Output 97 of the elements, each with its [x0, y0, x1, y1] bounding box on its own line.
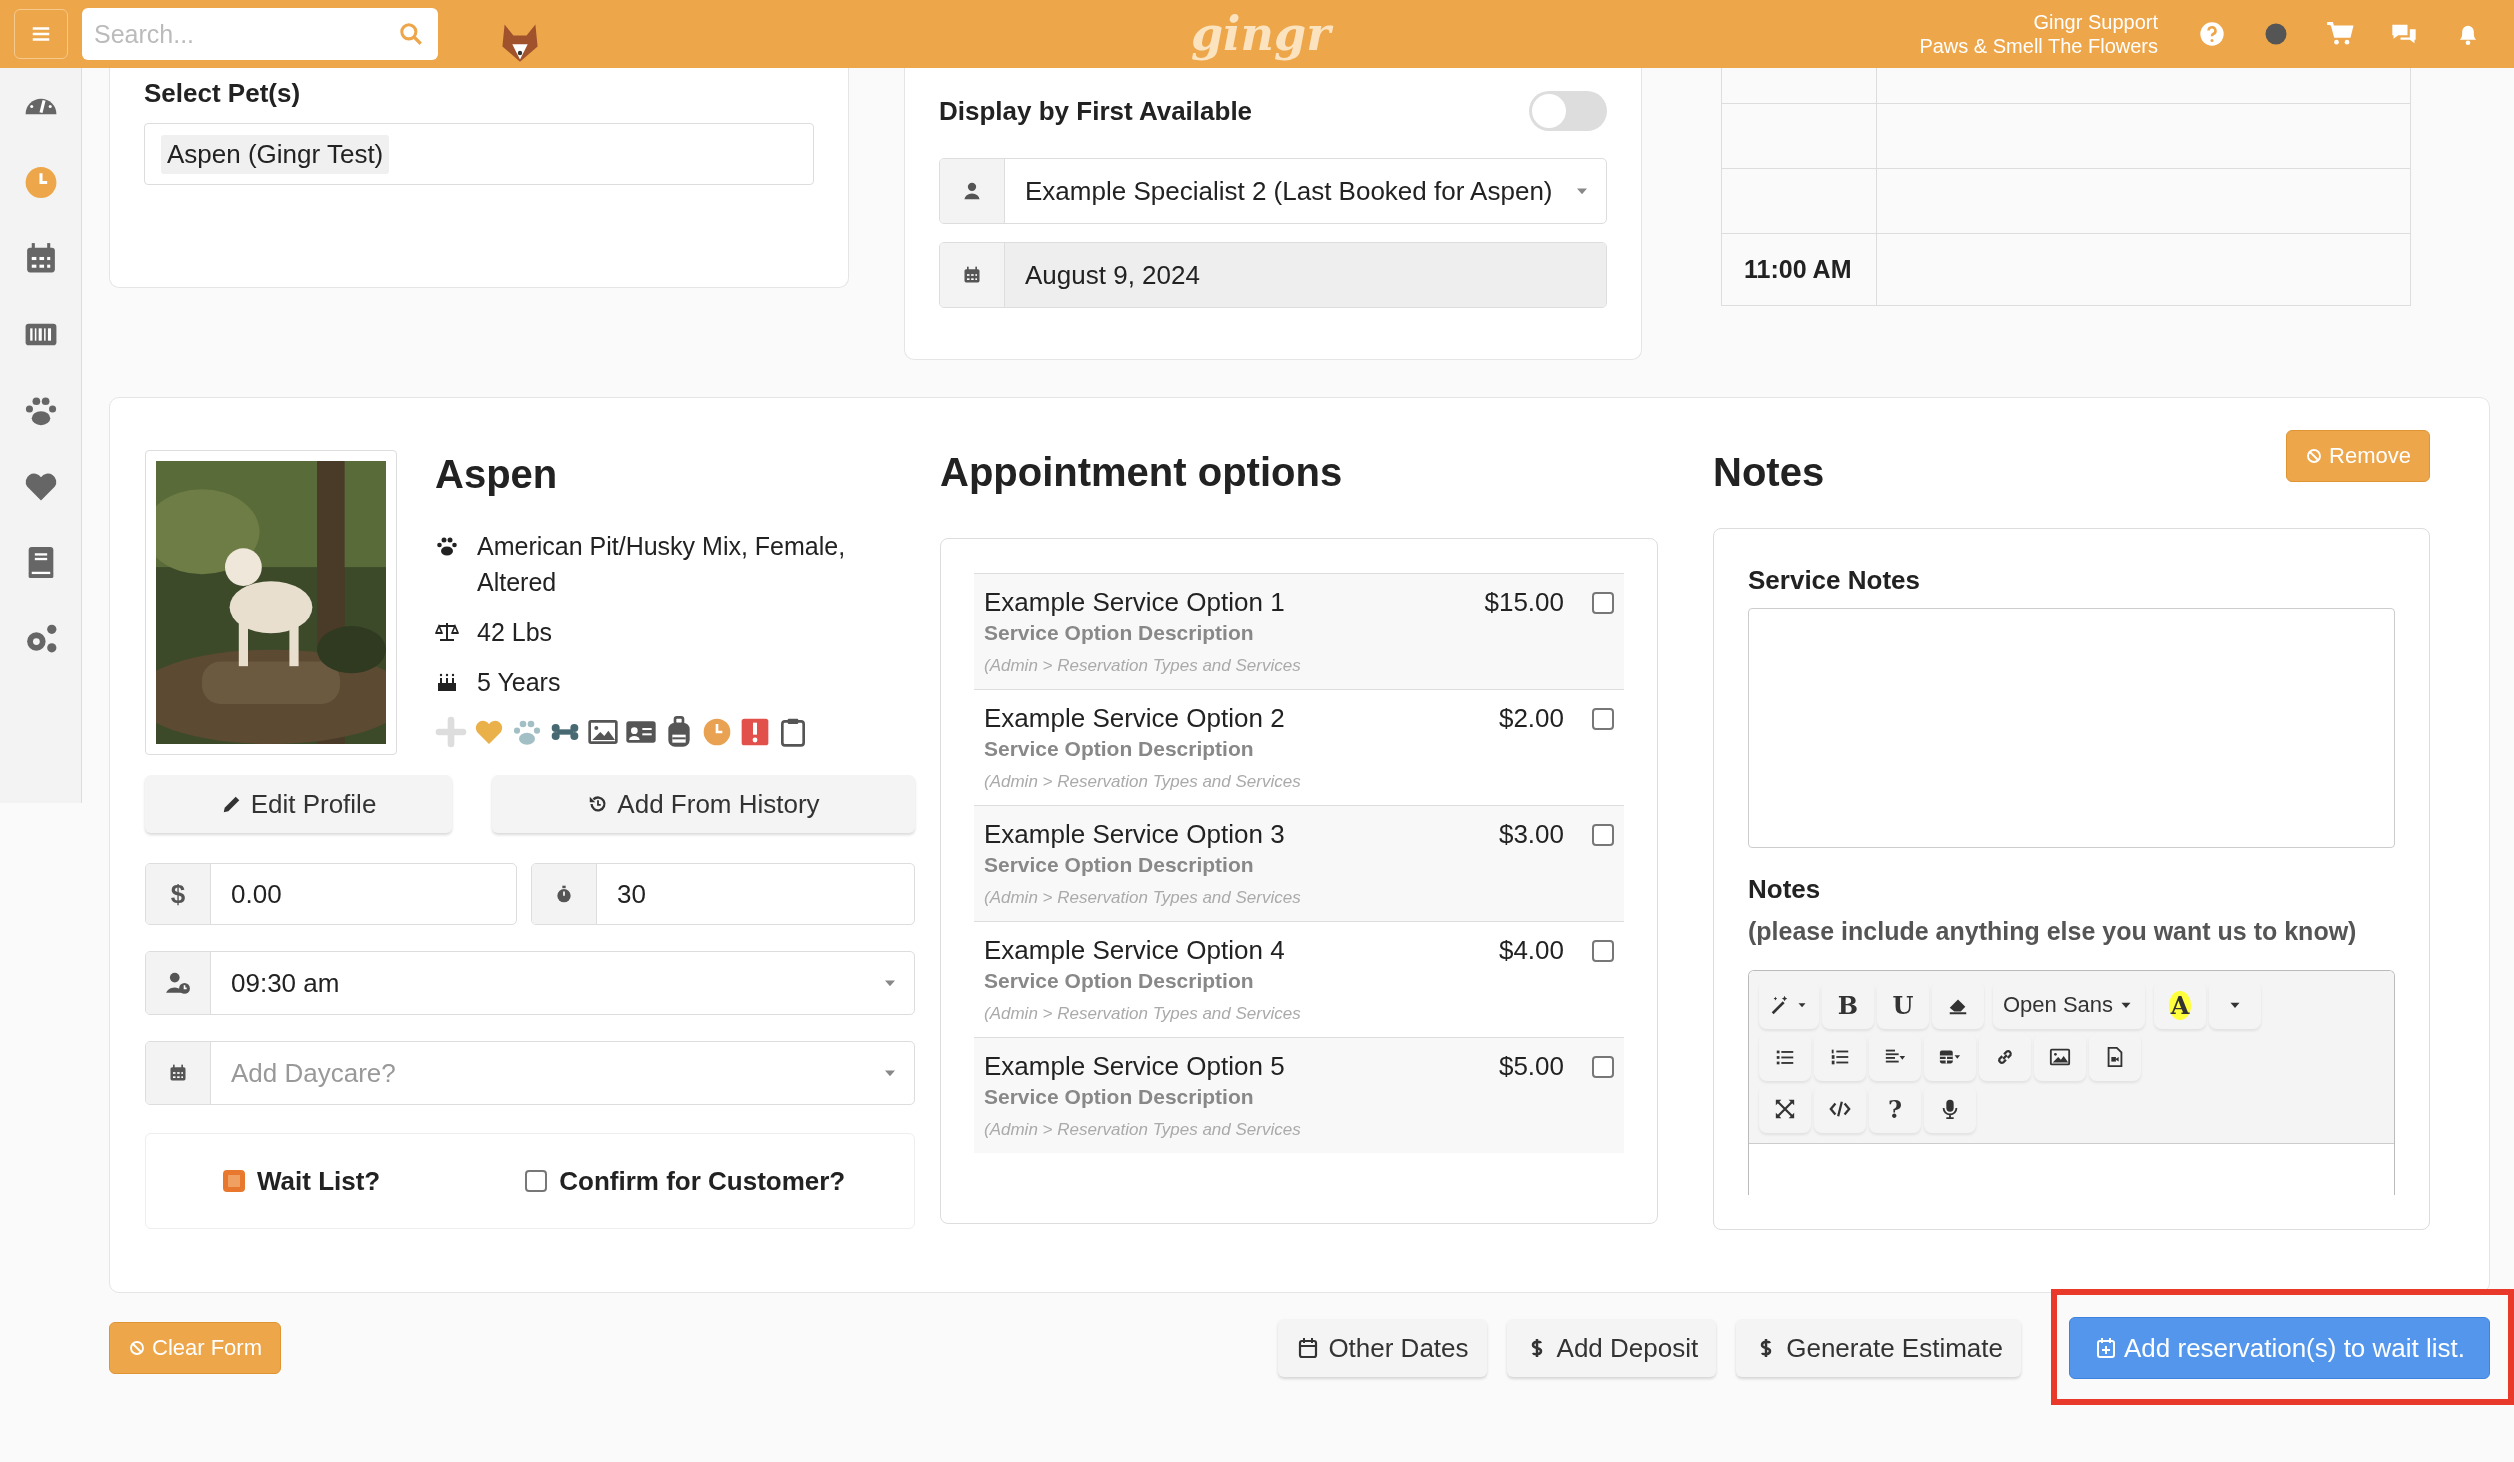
ban-icon [128, 1339, 146, 1357]
service-option-name: Example Service Option 2 [984, 702, 1286, 734]
stopwatch-icon [554, 884, 574, 904]
search-field[interactable]: Search... [82, 8, 438, 60]
text-color-button[interactable]: A [2154, 981, 2207, 1029]
pet-age: 5 Years [477, 667, 562, 698]
toolbar-button[interactable]: U [1877, 981, 1929, 1029]
mic-button[interactable] [1924, 1085, 1976, 1133]
field-label: Notes [1748, 874, 1822, 905]
service-option-name: Example Service Option 3 [984, 818, 1286, 850]
pet-select-field[interactable]: Aspen (Gingr Test) [144, 123, 814, 185]
field-label: Service Notes [1748, 565, 1921, 596]
align-button[interactable] [1869, 1033, 1921, 1081]
calendar-icon [168, 1063, 188, 1083]
price-field[interactable]: $ 0.00 [145, 863, 517, 925]
checkbox-label: Confirm for Customer? [559, 1165, 846, 1197]
user-clock-icon [165, 970, 191, 996]
service-option-name: Example Service Option 5 [984, 1050, 1286, 1082]
logo: gingr [602, 7, 1920, 61]
service-option-note: (Admin > Reservation Types and Services [984, 1004, 1302, 1024]
service-option-description: Service Option Description [984, 968, 1255, 994]
service-option-price: $5.00 [1498, 1050, 1564, 1082]
toggle-label: Display by First Available [939, 95, 1253, 127]
table-button[interactable] [1924, 1033, 1976, 1081]
checkbox[interactable] [1592, 940, 1614, 962]
expand-button[interactable] [1759, 1085, 1811, 1133]
service-option-name: Example Service Option 4 [984, 934, 1286, 966]
add-from-history-button[interactable]: Add From History [492, 775, 915, 833]
ban-icon [2305, 447, 2324, 465]
scale-icon [435, 620, 459, 644]
service-option-description: Service Option Description [984, 1084, 1255, 1110]
service-option-price: $4.00 [1498, 934, 1564, 966]
section-title: Appointment options [940, 449, 1344, 496]
link-button[interactable] [1979, 1033, 2031, 1081]
bullets-button[interactable] [1759, 1033, 1811, 1081]
numbers-button[interactable] [1814, 1033, 1866, 1081]
search-icon [398, 21, 424, 47]
service-option-note: (Admin > Reservation Types and Services [984, 888, 1302, 908]
service-option-note: (Admin > Reservation Types and Services [984, 1120, 1302, 1140]
location-name: Paws & Smell The Flowers [1919, 34, 2158, 58]
duration-value: 30 [616, 878, 647, 910]
footer-button[interactable]: Generate Estimate [1736, 1319, 2021, 1377]
calendar-plus-icon [2094, 1336, 2118, 1360]
expand-icon [1774, 1098, 1796, 1120]
user-name: Gingr Support [2032, 10, 2158, 34]
pet-weight: 42 Lbs [477, 617, 554, 648]
service-option-description: Service Option Description [984, 852, 1255, 878]
plus-icon [435, 716, 467, 748]
service-option-description: Service Option Description [984, 736, 1255, 762]
checkbox[interactable] [223, 1170, 245, 1192]
eraser-button[interactable] [1932, 981, 1984, 1029]
checkbox[interactable] [1592, 824, 1614, 846]
checkbox[interactable] [1592, 1056, 1614, 1078]
checkbox-label: Wait List? [257, 1165, 381, 1197]
image-button[interactable] [2034, 1033, 2086, 1081]
service-option-description: Service Option Description [984, 620, 1255, 646]
service-option-price: $15.00 [1484, 586, 1564, 618]
checkbox[interactable] [1592, 708, 1614, 730]
pet-chip[interactable]: Aspen (Gingr Test) [161, 134, 390, 174]
time-select[interactable]: 09:30 am [145, 951, 915, 1015]
time-label: 11:00 AM [1744, 255, 1852, 284]
footer-button[interactable]: Add Deposit [1506, 1319, 1717, 1377]
daycare-placeholder: Add Daycare? [230, 1057, 397, 1089]
calendar-icon [962, 265, 982, 285]
pet-name: Aspen [435, 451, 559, 498]
service-option-price: $2.00 [1498, 702, 1564, 734]
video-button[interactable] [2089, 1033, 2141, 1081]
service-notes-field[interactable] [1748, 608, 2395, 848]
pet-breed: American Pit/Husky Mix, Female, Altered [477, 531, 847, 598]
price-value: 0.00 [230, 878, 283, 910]
specialist-select[interactable]: Example Specialist 2 (Last Booked for Aspen) [939, 158, 1607, 224]
code-button[interactable] [1814, 1085, 1866, 1133]
service-option-name: Example Service Option 1 [984, 586, 1286, 618]
alert-icon [739, 716, 771, 748]
footer-button[interactable]: Other Dates [1278, 1319, 1487, 1377]
service-option-price: $3.00 [1498, 818, 1564, 850]
checkbox[interactable] [1592, 592, 1614, 614]
clock-icon [701, 716, 733, 748]
checkbox[interactable] [525, 1170, 548, 1192]
toolbar-button[interactable]: B [1822, 981, 1874, 1029]
edit-profile-button[interactable]: Edit Profile [145, 775, 452, 833]
user-icon [962, 181, 982, 201]
service-option-note: (Admin > Reservation Types and Services [984, 656, 1302, 676]
magic-button[interactable] [1759, 981, 1819, 1029]
field-label: Select Pet(s) [144, 78, 302, 109]
toggle-switch[interactable] [1529, 91, 1607, 131]
field-hint: (please include anything else you want us to know) [1748, 917, 2358, 946]
select-value: Example Specialist 2 (Last Booked for Aspen) [1024, 175, 1554, 207]
rich-text-editor[interactable]: B U Open Sans A ? [1748, 970, 2395, 1195]
section-title: Notes [1713, 449, 1825, 496]
service-option-note: (Admin > Reservation Types and Services [984, 772, 1302, 792]
font-dropdown[interactable]: Open Sans [1993, 981, 2146, 1029]
currency-label: $ [146, 864, 211, 924]
duration-field[interactable]: 30 [531, 863, 915, 925]
toolbar-button[interactable]: ? [1869, 1085, 1921, 1133]
time-value: 09:30 am [230, 967, 341, 999]
image-icon [2049, 1046, 2071, 1068]
